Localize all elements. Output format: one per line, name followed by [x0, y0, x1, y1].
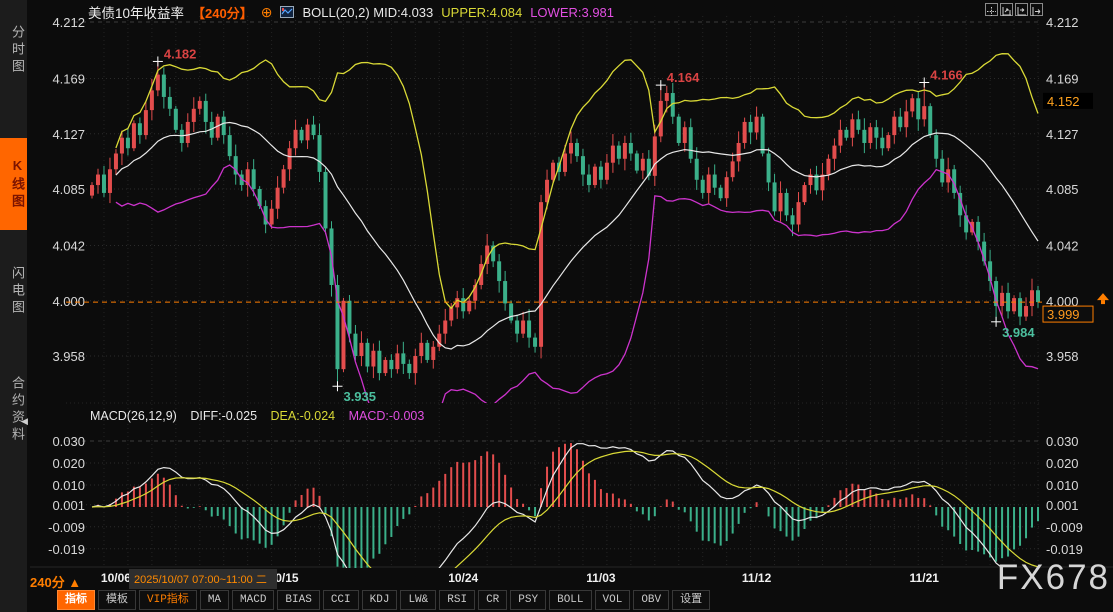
price-tick-right: 4.085	[1046, 182, 1079, 197]
period-button[interactable]: 240分 ▲	[30, 572, 81, 591]
price-tick-left: 4.042	[52, 239, 85, 254]
macd-tick-right: 0.001	[1046, 498, 1079, 513]
toolbar-item-vip-indicator[interactable]: VIP指标	[139, 590, 197, 610]
trading-terminal: 4.212 4.212 4.169 4.169 4.127 4.127 4.085 4.085…	[0, 0, 1113, 612]
macd-tick-right: -0.009	[1046, 520, 1083, 535]
macd-tick-right: -0.019	[1046, 542, 1083, 557]
toolbar-item-rsi[interactable]: RSI	[439, 590, 475, 610]
boll-upper-legend: UPPER:4.084	[441, 5, 522, 20]
extreme-annotations: 4.182 4.164 4.166 3.935 3.984	[153, 46, 1036, 404]
toolbar-item-kdj[interactable]: KDJ	[362, 590, 398, 610]
scroll-left-icon[interactable]: ◀	[21, 416, 28, 427]
toolbar-item-bias[interactable]: BIAS	[277, 590, 319, 610]
price-tick-right: 4.042	[1046, 239, 1079, 254]
toolbar-item-psy[interactable]: PSY	[510, 590, 546, 610]
toolbar-item-obv[interactable]: OBV	[633, 590, 669, 610]
fit-y-axis-icon[interactable]	[1000, 3, 1013, 16]
svg-text:3.999: 3.999	[1047, 307, 1080, 322]
toolbar-item-macd[interactable]: MACD	[232, 590, 274, 610]
watermark: FX678	[997, 558, 1110, 598]
macd-diff-value: DIFF:-0.025	[190, 409, 257, 423]
price-tick-right: 3.958	[1046, 349, 1079, 364]
price-tick-left: 4.212	[52, 15, 85, 30]
toolbar-item-cci[interactable]: CCI	[323, 590, 359, 610]
macd-tick-left: -0.019	[48, 542, 85, 557]
chart-type-sidebar: 分时图 K线图闪电图合约资料	[0, 0, 27, 612]
high-price-label: 4.166	[930, 67, 963, 82]
period-label[interactable]: 【240分】	[192, 3, 253, 22]
symbol-title: 美债10年收益率	[88, 2, 184, 22]
low-price-label: 3.984	[1002, 325, 1035, 340]
pan-icon[interactable]	[985, 3, 998, 16]
macd-legend: MACD(26,12,9) DIFF:-0.025 DEA:-0.024 MAC…	[90, 409, 434, 423]
sidebar-item-lightning-chart[interactable]: 闪电图	[0, 246, 27, 336]
date-label: 10/24	[448, 571, 478, 585]
boll-lower-legend: LOWER:3.981	[530, 5, 614, 20]
chart-canvas[interactable]: 4.212 4.212 4.169 4.169 4.127 4.127 4.085 4.085…	[0, 0, 1113, 612]
fit-x-axis-icon[interactable]	[1015, 3, 1028, 16]
price-up-arrow-icon	[1097, 293, 1109, 300]
toolbar-item-boll[interactable]: BOLL	[549, 590, 591, 610]
date-label: 11/03	[586, 571, 616, 585]
macd-tick-right: 0.020	[1046, 456, 1079, 471]
macd-params: MACD(26,12,9)	[90, 409, 177, 423]
price-tick-left: 4.000	[52, 294, 85, 309]
price-tick-left: 3.958	[52, 349, 85, 364]
toolbar-item-vol[interactable]: VOL	[595, 590, 631, 610]
high-price-label: 4.182	[164, 46, 197, 61]
macd-tick-left: 0.010	[52, 478, 85, 493]
svg-text:4.152: 4.152	[1047, 94, 1080, 109]
macd-tick-right: 0.010	[1046, 478, 1079, 493]
toolbar-item-indicator[interactable]: 指标	[57, 590, 95, 610]
indicator-chart-icon[interactable]	[280, 6, 294, 18]
price-tick-left: 4.085	[52, 182, 85, 197]
date-label: 11/21	[910, 571, 940, 585]
add-compare-icon[interactable]: ⊕	[261, 6, 273, 18]
candlestick-series	[90, 61, 1040, 386]
price-tick-left: 4.127	[52, 127, 85, 142]
shift-right-icon[interactable]	[1030, 3, 1043, 16]
chart-header: 美债10年收益率 【240分】 ⊕ BOLL(20,2) MID:4.033 U…	[88, 2, 614, 22]
price-tick-right: 4.169	[1046, 72, 1079, 87]
price-tick-right: 4.212	[1046, 15, 1079, 30]
indicator-toolbar: 指标模板VIP指标MAMACDBIASCCIKDJLW&RSICRPSYBOLL…	[57, 590, 710, 610]
price-tick-left: 4.169	[52, 72, 85, 87]
toolbar-item-settings[interactable]: 设置	[672, 590, 710, 610]
datetime-tooltip: 2025/10/07 07:00~11:00 二	[129, 569, 277, 589]
sidebar-item-contract-info[interactable]: 合约资料	[0, 348, 27, 472]
chart-tool-icons	[985, 3, 1043, 16]
sidebar-item-minute-chart[interactable]: 分时图	[0, 6, 27, 94]
boll-legend: BOLL(20,2) MID:4.033	[302, 5, 433, 20]
macd-tick-left: 0.030	[52, 434, 85, 449]
toolbar-item-cr[interactable]: CR	[478, 590, 507, 610]
toolbar-item-template[interactable]: 模板	[98, 590, 136, 610]
date-label: 10/06	[101, 571, 131, 585]
price-tick-right: 4.127	[1046, 127, 1079, 142]
toolbar-item-lw[interactable]: LW&	[400, 590, 436, 610]
sidebar-item-kline-chart[interactable]: K线图	[0, 138, 27, 230]
macd-tick-left: 0.001	[52, 498, 85, 513]
macd-tick-left: -0.009	[48, 520, 85, 535]
high-price-label: 4.164	[667, 70, 700, 85]
low-price-label: 3.935	[343, 389, 376, 404]
macd-value: MACD:-0.003	[349, 409, 425, 423]
date-label: 11/12	[742, 571, 772, 585]
macd-tick-right: 0.030	[1046, 434, 1079, 449]
macd-dea-value: DEA:-0.024	[271, 409, 336, 423]
macd-tick-left: 0.020	[52, 456, 85, 471]
toolbar-item-ma[interactable]: MA	[200, 590, 229, 610]
